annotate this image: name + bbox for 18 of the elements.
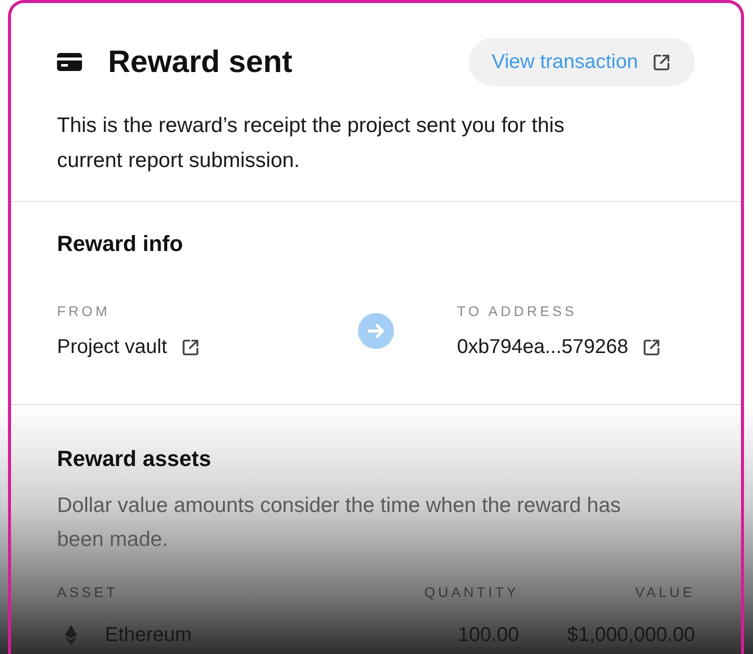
description-text: This is the reward’s receipt the project sent you for this current report submission. <box>57 113 566 174</box>
arrow-right-icon <box>358 313 394 349</box>
column-header: ASSET <box>57 583 118 601</box>
column-header: QUANTITY <box>424 583 519 601</box>
column-header: VALUE <box>635 583 695 601</box>
section-heading: Reward info <box>57 230 183 258</box>
address-link[interactable]: 0xb794ea...579268 <box>457 334 660 360</box>
diamond-icon <box>65 625 77 645</box>
credit-card-icon <box>57 53 82 71</box>
external-link-icon <box>182 338 200 356</box>
vault-link[interactable]: Project vault <box>57 334 200 360</box>
card-title: Reward sent <box>108 44 292 80</box>
field-label: FROM <box>57 302 110 320</box>
description-text: Dollar value amounts consider the time when the reward has been made. <box>57 493 622 553</box>
field-label: TO ADDRESS <box>457 302 577 320</box>
external-link-icon <box>653 54 670 70</box>
section-heading: Reward assets <box>57 445 212 473</box>
external-link-icon <box>643 338 660 356</box>
